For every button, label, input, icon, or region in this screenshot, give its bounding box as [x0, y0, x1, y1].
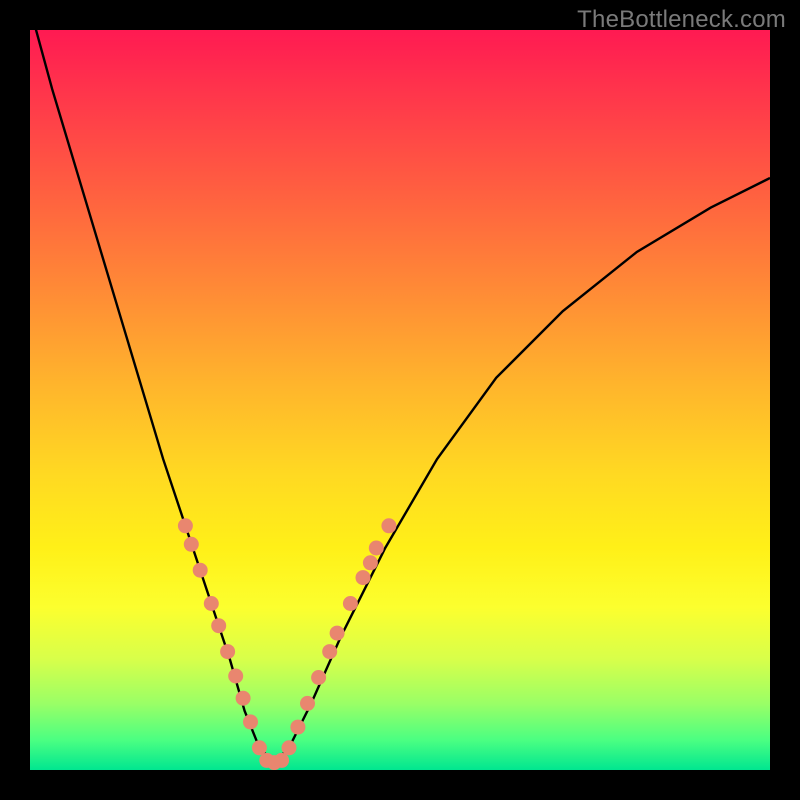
data-marker: [381, 518, 396, 533]
data-marker: [193, 563, 208, 578]
data-marker: [322, 644, 337, 659]
data-marker: [369, 541, 384, 556]
data-marker: [236, 691, 251, 706]
data-marker: [178, 518, 193, 533]
data-marker: [300, 696, 315, 711]
data-marker: [274, 753, 289, 768]
data-marker: [211, 618, 226, 633]
data-marker: [311, 670, 326, 685]
data-marker: [356, 570, 371, 585]
data-marker: [343, 596, 358, 611]
data-marker: [243, 714, 258, 729]
data-marker: [363, 555, 378, 570]
data-marker: [330, 626, 345, 641]
data-marker: [220, 644, 235, 659]
chart-svg: [30, 30, 770, 770]
plot-area: [30, 30, 770, 770]
data-marker: [290, 720, 305, 735]
data-marker: [184, 537, 199, 552]
chart-frame: TheBottleneck.com: [0, 0, 800, 800]
marker-group: [178, 518, 397, 770]
bottleneck-curve: [30, 30, 770, 763]
data-marker: [204, 596, 219, 611]
data-marker: [282, 740, 297, 755]
data-marker: [252, 740, 267, 755]
data-marker: [228, 669, 243, 684]
